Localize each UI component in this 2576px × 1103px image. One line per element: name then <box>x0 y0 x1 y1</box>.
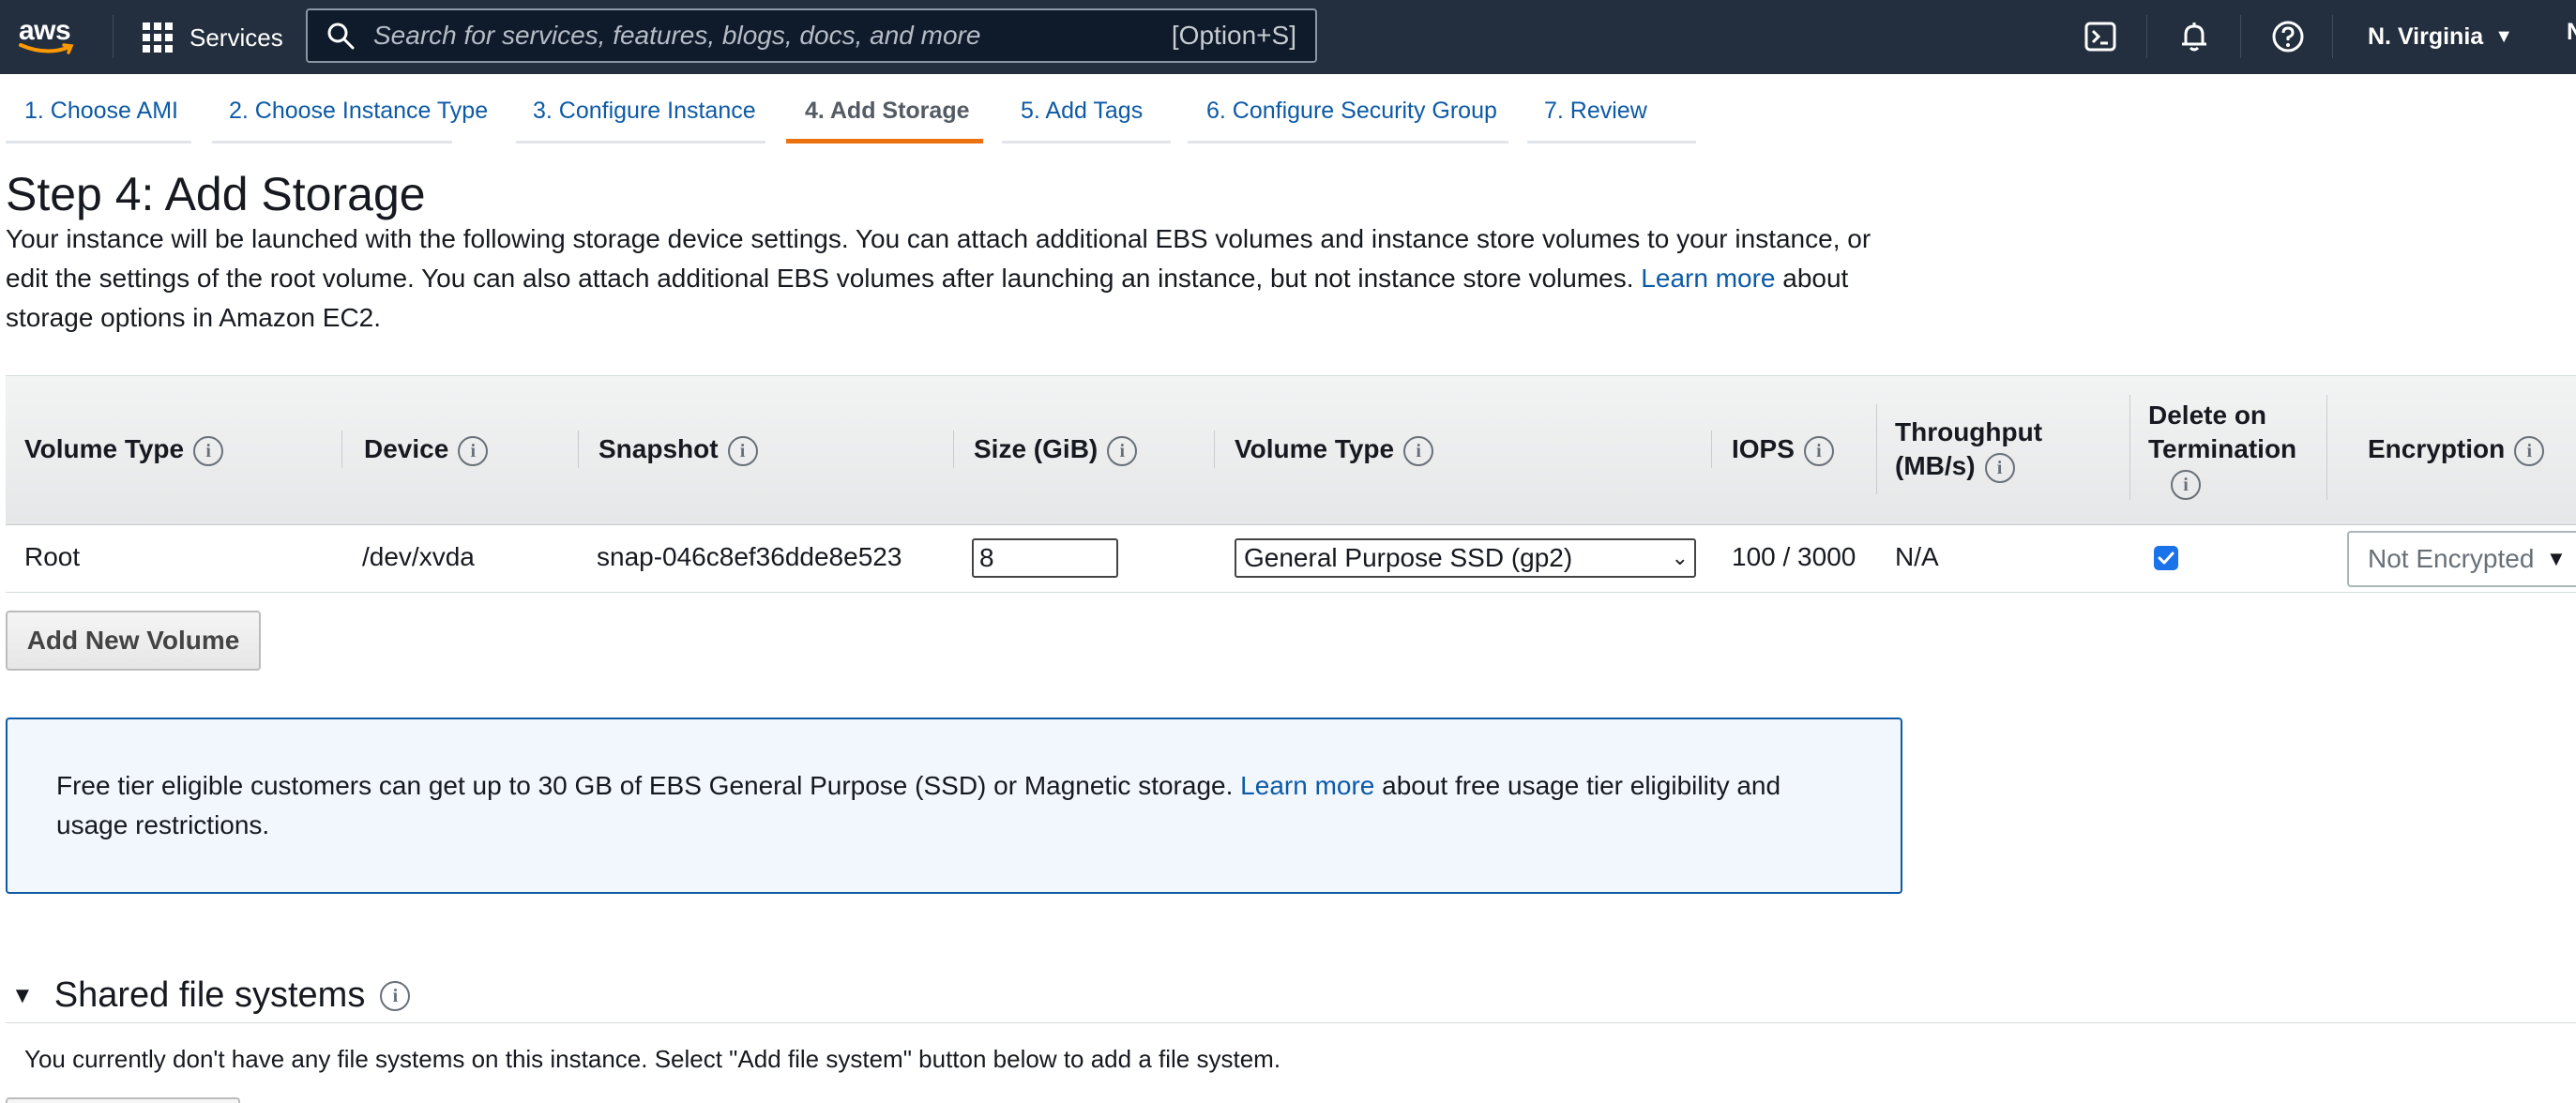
free-tier-learn-more-link[interactable]: Learn more <box>1240 771 1374 800</box>
cell-volume-type: Root <box>24 542 81 571</box>
tab-choose-ami[interactable]: 1. Choose AMI <box>6 74 191 144</box>
file-systems-empty-text: You currently don't have any file system… <box>24 1045 1281 1073</box>
region-label: N. Virginia <box>2368 23 2484 50</box>
encryption-select[interactable]: Not Encrypted ▼ <box>2347 531 2576 587</box>
free-tier-info-box: Free tier eligible customers can get up … <box>6 718 1902 894</box>
section-title: Shared file systems <box>53 975 366 1015</box>
search-input[interactable] <box>373 21 1172 51</box>
page-description-text: Your instance will be launched with the … <box>6 224 1871 293</box>
size-input[interactable] <box>972 538 1118 578</box>
tab-add-storage[interactable]: 4. Add Storage <box>786 74 983 144</box>
info-icon[interactable]: i <box>380 980 411 1011</box>
column-separator <box>1711 431 1712 468</box>
header-device: Device i <box>364 432 489 466</box>
shared-file-systems-toggle[interactable]: ▼ Shared file systems i <box>11 975 411 1016</box>
column-separator <box>953 431 954 468</box>
column-separator <box>578 431 579 468</box>
cell-device: /dev/xvda <box>362 542 475 571</box>
page-description: Your instance will be launched with the … <box>6 219 1919 338</box>
add-file-system-button[interactable] <box>6 1097 240 1103</box>
region-selector[interactable]: N. Virginia ▼ <box>2368 19 2513 54</box>
info-icon[interactable]: i <box>1403 435 1434 466</box>
header-device-label: Device <box>364 434 449 463</box>
help-icon[interactable] <box>2270 19 2306 54</box>
header-throughput: Throughput (MB/s) i <box>1895 416 2042 483</box>
search-shortcut: [Option+S] <box>1171 21 1296 50</box>
header-delete-info-wrap: i <box>2148 466 2296 500</box>
caret-down-icon: ▼ <box>11 982 34 1008</box>
header-size: Size (GiB) i <box>974 432 1138 466</box>
header-delete-line-2: Termination <box>2148 434 2297 463</box>
nav-divider <box>113 15 114 58</box>
search-icon <box>327 23 355 50</box>
add-new-volume-button[interactable]: Add New Volume <box>6 611 261 671</box>
encryption-selected: Not Encrypted <box>2368 544 2535 573</box>
volume-type-select[interactable]: General Purpose SSD (gp2) ⌄ <box>1235 538 1696 578</box>
services-menu-button[interactable]: Services <box>143 21 283 54</box>
aws-smile-icon <box>19 43 74 54</box>
tab-add-tags[interactable]: 5. Add Tags <box>1002 74 1171 144</box>
header-encryption-label: Encryption <box>2368 434 2506 463</box>
header-encryption: Encryption i <box>2368 432 2545 466</box>
storage-table-header: Volume Type i Device i Snapshot i Size (GiB… <box>6 375 2576 525</box>
cell-iops: 100 / 3000 <box>1732 542 1856 571</box>
info-icon[interactable]: i <box>1107 435 1138 466</box>
column-separator <box>341 431 342 468</box>
free-tier-text: Free tier eligible customers can get up … <box>56 771 1234 800</box>
info-icon[interactable]: i <box>1803 435 1834 466</box>
page-title: Step 4: Add Storage <box>6 168 426 220</box>
header-snapshot: Snapshot i <box>599 432 758 466</box>
header-iops-label: IOPS <box>1732 434 1795 463</box>
column-separator <box>1876 404 1877 494</box>
header-iops: IOPS i <box>1732 432 1834 466</box>
header-delete-line-1: Delete on <box>2148 400 2267 430</box>
tab-choose-instance-type[interactable]: 2. Choose Instance Type <box>212 74 488 144</box>
top-nav: aws Services [Option+S] <box>0 0 2576 74</box>
search-box[interactable]: [Option+S] <box>306 8 1317 63</box>
nav-divider <box>2146 15 2147 58</box>
aws-logo[interactable]: aws <box>19 13 79 60</box>
table-row: Root /dev/xvda snap-046c8ef36dde8e523 Ge… <box>6 525 2576 593</box>
info-icon[interactable]: i <box>458 435 489 466</box>
header-throughput-line-2: (MB/s) <box>1895 451 1976 480</box>
nav-divider <box>2332 15 2333 58</box>
header-volume-type: Volume Type i <box>24 432 224 466</box>
caret-down-icon: ▼ <box>2494 25 2513 47</box>
chevron-down-icon: ⌄ <box>1671 546 1689 569</box>
delete-on-termination-checkbox[interactable] <box>2154 546 2178 570</box>
header-snapshot-label: Snapshot <box>599 434 719 463</box>
info-icon[interactable]: i <box>1984 452 2015 483</box>
header-volume-type-label: Volume Type <box>24 434 185 463</box>
checkmark-icon <box>2158 552 2174 565</box>
section-divider <box>6 1022 2576 1023</box>
column-separator <box>2326 395 2327 500</box>
account-menu[interactable]: N <box>2567 19 2576 46</box>
wizard-tabs: 1. Choose AMI 2. Choose Instance Type 3.… <box>0 74 2576 151</box>
tab-review[interactable]: 7. Review <box>1527 74 1696 144</box>
info-icon[interactable]: i <box>193 435 224 466</box>
info-icon[interactable]: i <box>2514 435 2545 466</box>
grid-icon <box>143 23 173 53</box>
services-label: Services <box>189 23 283 52</box>
header-size-label: Size (GiB) <box>974 434 1099 463</box>
header-volume-type-2: Volume Type i <box>1235 432 1434 466</box>
learn-more-link[interactable]: Learn more <box>1641 264 1775 293</box>
bell-icon[interactable] <box>2176 19 2212 54</box>
tab-configure-security-group[interactable]: 6. Configure Security Group <box>1188 74 1508 144</box>
header-throughput-line-2-wrap: (MB/s) i <box>1895 449 2042 483</box>
cell-throughput: N/A <box>1895 542 1939 571</box>
info-icon[interactable]: i <box>727 435 758 466</box>
header-throughput-line-1: Throughput <box>1895 417 2043 446</box>
column-separator <box>2129 395 2130 500</box>
header-delete-on-termination: Delete on Termination i <box>2148 399 2296 500</box>
nav-divider <box>2240 15 2241 58</box>
tab-configure-instance[interactable]: 3. Configure Instance <box>516 74 765 144</box>
cell-snapshot: snap-046c8ef36dde8e523 <box>597 542 902 571</box>
volume-type-selected: General Purpose SSD (gp2) <box>1244 543 1573 572</box>
cloudshell-icon[interactable] <box>2083 19 2118 54</box>
header-volume-type-2-label: Volume Type <box>1235 434 1395 463</box>
info-icon[interactable]: i <box>2171 469 2201 500</box>
column-separator <box>1214 431 1215 468</box>
caret-down-icon: ▼ <box>2546 547 2567 570</box>
